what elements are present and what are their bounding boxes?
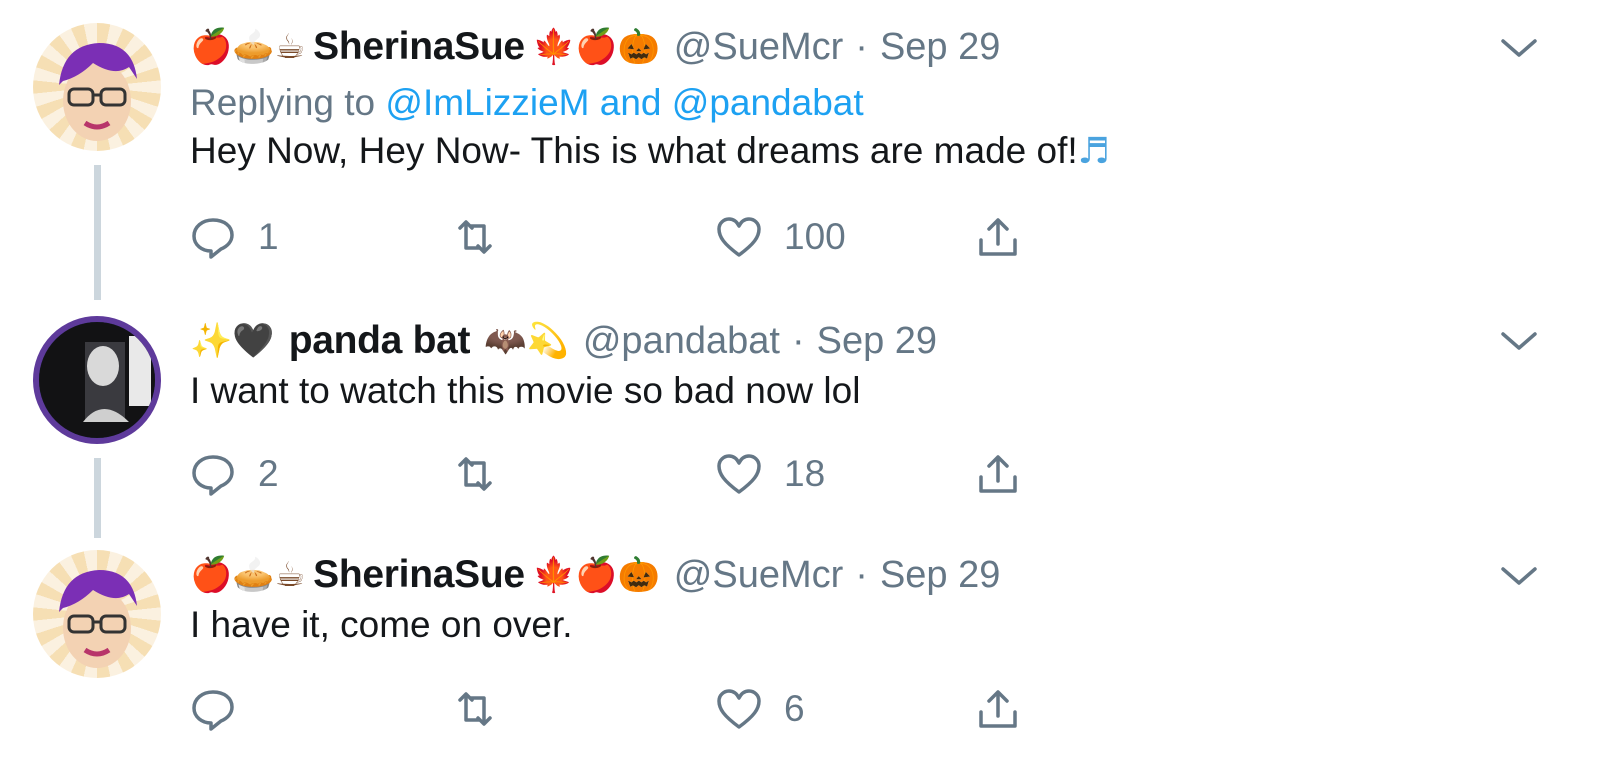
reply-icon xyxy=(192,690,234,731)
reply-button[interactable]: 2 xyxy=(190,449,279,499)
retweet-button[interactable] xyxy=(452,684,520,734)
emoji: 🎃 xyxy=(617,27,660,67)
reply-count: 2 xyxy=(258,453,279,494)
tweet-header: 🍎 🥧 ☕ SherinaSue 🍁 🍎 🎃 @SueMcr · Sep 29 xyxy=(190,550,1540,600)
retweet-icon xyxy=(458,692,492,726)
share-button[interactable] xyxy=(975,449,1021,499)
separator-dot: · xyxy=(855,25,868,68)
tweet-date[interactable]: Sep 29 xyxy=(880,26,1000,69)
replying-and[interactable]: and xyxy=(600,82,662,123)
share-icon xyxy=(979,690,1017,728)
share-icon xyxy=(979,218,1017,256)
emoji: 🥧 xyxy=(232,555,275,595)
like-icon xyxy=(717,217,761,257)
tweet[interactable]: ✨ 🖤 panda bat 🦇 💫 @pandabat · Sep 29 I w… xyxy=(0,300,1600,540)
reply-count: 1 xyxy=(258,216,279,257)
emoji: 🍁 xyxy=(532,555,576,595)
tweet-header: 🍎 🥧 ☕ SherinaSue 🍁 🍎 🎃 @SueMcr · Sep 29 xyxy=(190,22,1540,72)
avatar[interactable] xyxy=(33,23,161,151)
like-count: 6 xyxy=(784,688,805,729)
separator-dot: · xyxy=(791,319,805,362)
display-name[interactable]: panda bat xyxy=(289,319,471,363)
emoji: 🍎 xyxy=(575,555,618,595)
display-name[interactable]: SherinaSue xyxy=(313,25,525,69)
retweet-icon xyxy=(458,220,492,254)
emoji: ☕ xyxy=(274,27,306,67)
like-count: 18 xyxy=(784,453,826,494)
emoji: 🖤 xyxy=(232,321,275,361)
emoji: ☕ xyxy=(274,555,306,595)
user-handle[interactable]: @pandabat xyxy=(583,320,780,363)
tweet-text: I want to watch this movie so bad now lo… xyxy=(190,370,861,411)
tweet-actions: 6 xyxy=(190,684,1090,734)
like-icon xyxy=(717,689,761,729)
tweet-text: Hey Now, Hey Now- This is what dreams ar… xyxy=(190,130,1540,172)
emoji: 🍎 xyxy=(190,27,233,67)
music-note-emoji: ♬ xyxy=(1077,131,1110,172)
tweet-date[interactable]: Sep 29 xyxy=(880,554,1000,597)
retweet-button[interactable] xyxy=(452,212,520,262)
mention-link[interactable]: @pandabat xyxy=(672,82,864,123)
tweet-date[interactable]: Sep 29 xyxy=(817,320,937,363)
replying-prefix: Replying to xyxy=(190,82,376,123)
like-icon xyxy=(717,454,761,494)
share-icon xyxy=(979,455,1017,493)
like-button[interactable]: 6 xyxy=(716,684,805,734)
tweet[interactable]: 🍎 🥧 ☕ SherinaSue 🍁 🍎 🎃 @SueMcr · Sep 29 … xyxy=(0,540,1600,773)
chevron-down-icon[interactable] xyxy=(1497,561,1541,591)
avatar[interactable] xyxy=(33,550,161,678)
retweet-icon xyxy=(458,457,492,491)
tweet-actions: 1 100 xyxy=(190,212,1090,262)
emoji: 🍎 xyxy=(575,27,618,67)
user-handle[interactable]: @SueMcr xyxy=(674,554,844,597)
retweet-button[interactable] xyxy=(452,449,520,499)
display-name[interactable]: SherinaSue xyxy=(313,553,525,597)
tweet-text-body: Hey Now, Hey Now- This is what dreams ar… xyxy=(190,130,1078,171)
share-button[interactable] xyxy=(975,684,1021,734)
reply-icon xyxy=(192,455,234,496)
separator-dot: · xyxy=(855,553,868,596)
emoji: 🦇 xyxy=(484,321,527,361)
reply-icon xyxy=(192,218,234,259)
reply-button[interactable]: 1 xyxy=(190,212,279,262)
reply-button[interactable] xyxy=(190,684,258,734)
replying-to: Replying to @ImLizzieM and @pandabat xyxy=(190,82,1540,124)
tweet-actions: 2 18 xyxy=(190,449,1090,499)
chevron-down-icon[interactable] xyxy=(1497,33,1541,63)
emoji: 🎃 xyxy=(617,555,660,595)
emoji: 🥧 xyxy=(232,27,275,67)
emoji: 🍎 xyxy=(190,555,233,595)
mention-link[interactable]: @ImLizzieM xyxy=(385,82,589,123)
avatar[interactable] xyxy=(33,316,161,444)
chevron-down-icon[interactable] xyxy=(1497,326,1541,356)
tweet-header: ✨ 🖤 panda bat 🦇 💫 @pandabat · Sep 29 xyxy=(190,316,1540,366)
emoji: 🍁 xyxy=(532,27,576,67)
user-handle[interactable]: @SueMcr xyxy=(674,26,844,69)
tweet[interactable]: 🍎 🥧 ☕ SherinaSue 🍁 🍎 🎃 @SueMcr · Sep 29 … xyxy=(0,0,1600,300)
like-count: 100 xyxy=(784,216,846,257)
emoji: 💫 xyxy=(526,321,569,361)
share-button[interactable] xyxy=(975,212,1021,262)
like-button[interactable]: 100 xyxy=(716,212,846,262)
emoji: ✨ xyxy=(190,321,233,361)
tweet-text: I have it, come on over. xyxy=(190,604,573,645)
like-button[interactable]: 18 xyxy=(716,449,825,499)
